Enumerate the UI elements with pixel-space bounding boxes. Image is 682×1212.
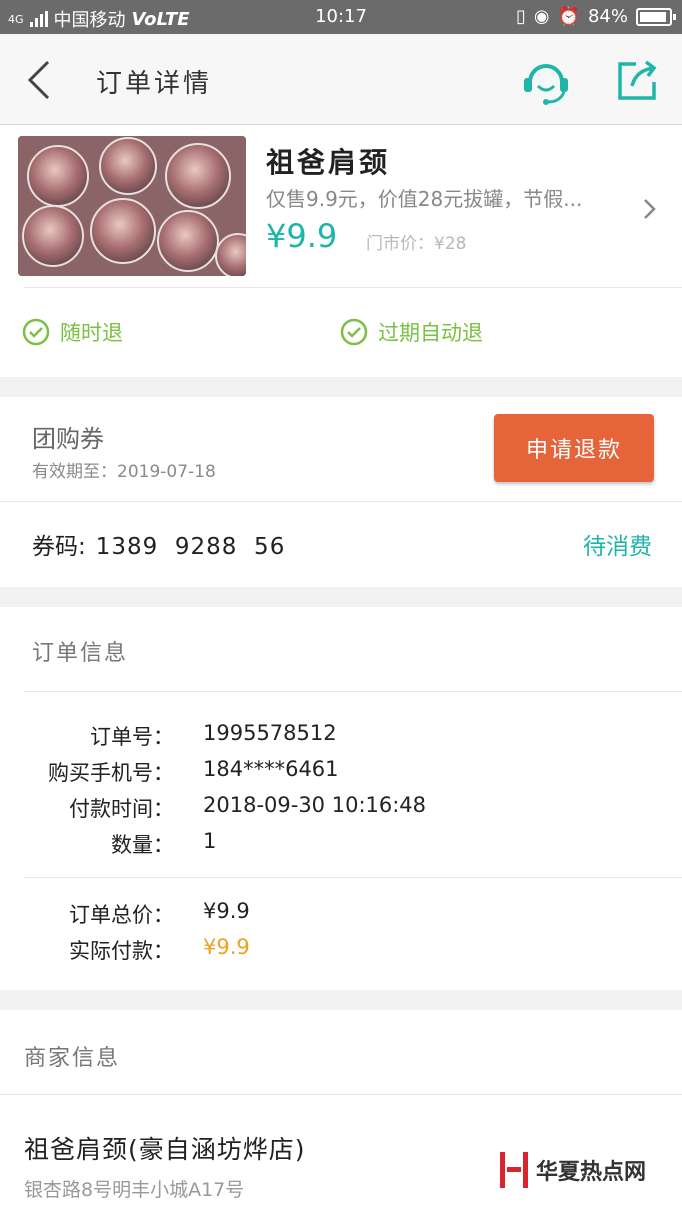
buyer-phone: 184****6461	[203, 757, 339, 781]
actual-payment: ¥9.9	[203, 935, 250, 959]
order-field-label: 购买手机号：	[48, 761, 174, 785]
guarantee-label: 随时退	[60, 321, 123, 345]
divider	[24, 691, 682, 692]
guarantee-expire-refund: 过期自动退	[340, 317, 483, 347]
apply-refund-button[interactable]: 申请退款	[494, 414, 654, 482]
product-name: 祖爸肩颈	[266, 146, 391, 179]
product-price: ¥9.9	[266, 217, 338, 255]
lock-icon: ◉	[533, 6, 550, 27]
market-price: 门市价：¥28	[366, 234, 467, 254]
guarantee-anytime-refund: 随时退	[22, 317, 123, 347]
order-field-label: 订单总价：	[69, 903, 174, 927]
voucher-code-label: 券码:	[32, 534, 86, 560]
voucher-code: 1389 9288 56	[95, 534, 286, 560]
product-thumbnail	[18, 136, 246, 276]
status-bar: 4G 中国移动 VoLTE 10:17 ▯ ◉ ⏰ 84%	[0, 0, 682, 34]
divider	[0, 501, 682, 502]
status-right: ▯ ◉ ⏰ 84%	[515, 6, 676, 27]
voucher-status: 待消费	[583, 534, 652, 560]
order-info-card: 订单信息 订单号： 1995578512 购买手机号： 184****6461 …	[0, 607, 682, 990]
voucher-code-row: 券码: 1389 9288 56	[32, 527, 285, 561]
guarantee-label: 过期自动退	[378, 321, 483, 345]
order-number: 1995578512	[203, 721, 337, 745]
cupping-jars-image	[18, 136, 246, 276]
vibrate-icon: ▯	[515, 6, 526, 27]
customer-service-icon[interactable]	[520, 56, 572, 106]
divider	[0, 1094, 682, 1095]
battery-icon	[636, 7, 676, 26]
merchant-info-title: 商家信息	[24, 1046, 121, 1071]
watermark: 华夏热点网	[498, 1150, 646, 1190]
divider	[24, 287, 682, 288]
quantity: 1	[203, 829, 217, 853]
order-field-label: 数量：	[111, 833, 174, 857]
order-field-label: 实际付款：	[69, 939, 174, 963]
alarm-icon: ⏰	[557, 6, 580, 27]
check-circle-icon	[340, 318, 368, 346]
total-price: ¥9.9	[203, 899, 250, 923]
payment-time: 2018-09-30 10:16:48	[203, 793, 427, 817]
order-info-title: 订单信息	[32, 641, 129, 666]
merchant-name[interactable]: 祖爸肩颈(豪自涵坊烨店)	[24, 1130, 306, 1166]
page-title: 订单详情	[96, 69, 213, 99]
divider	[24, 877, 682, 878]
header-bar: 订单详情	[0, 34, 682, 125]
voucher-title: 团购券	[32, 425, 104, 453]
product-card[interactable]: 祖爸肩颈 仅售9.9元，价值28元拔罐，节假... ¥9.9 门市价：¥28 随…	[0, 125, 682, 377]
chevron-right-icon	[644, 199, 656, 219]
share-icon[interactable]	[614, 58, 660, 104]
product-description: 仅售9.9元，价值28元拔罐，节假...	[266, 187, 583, 211]
order-field-label: 订单号：	[90, 725, 174, 749]
battery-label: 84%	[587, 6, 628, 27]
watermark-text: 华夏热点网	[536, 1160, 647, 1185]
order-field-label: 付款时间：	[69, 797, 174, 821]
check-circle-icon	[22, 318, 50, 346]
merchant-address[interactable]: 银杏路8号明丰小城A17号	[24, 1175, 244, 1202]
voucher-valid-until: 有效期至：2019-07-18	[32, 462, 216, 482]
watermark-logo-icon	[500, 1152, 528, 1188]
back-icon[interactable]	[22, 58, 62, 102]
voucher-card: 团购券 有效期至：2019-07-18 申请退款 券码: 1389 9288 56…	[0, 397, 682, 587]
